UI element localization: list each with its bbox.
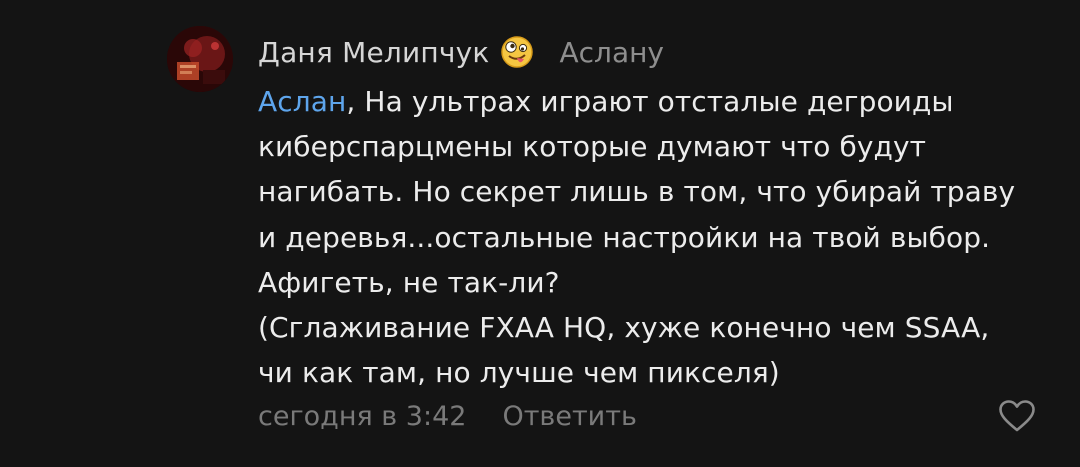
comment-line: и деревья...остальные настройки на твой …	[258, 220, 991, 254]
author-name[interactable]: Даня Мелипчук	[258, 36, 490, 69]
comment-line: нагибать. Но секрет лишь в том, что убир…	[258, 175, 1016, 209]
heart-outline-icon[interactable]	[998, 399, 1036, 433]
comment-line: (Сглаживание FXAA HQ, хуже конечно чем S…	[258, 311, 990, 345]
comment-line: киберспарцмены которые думают что будут	[258, 130, 927, 164]
reply-button[interactable]: Ответить	[502, 401, 636, 432]
mention-link[interactable]: Аслан	[258, 85, 346, 118]
comment-footer: сегодня в 3:42 Ответить	[258, 396, 637, 436]
comment-line: Афигеть, не так-ли?	[258, 265, 560, 299]
comment-line: чи как там, но лучше чем пикселя)	[258, 356, 780, 390]
avatar[interactable]	[167, 26, 233, 92]
comment-line-text: , На ультрах играют отсталые дегроиды	[346, 85, 954, 118]
zany-face-emoji-icon	[500, 35, 534, 69]
reply-to-user[interactable]: Аслану	[560, 36, 664, 69]
comment-header: Даня Мелипчук Аслану	[258, 32, 664, 72]
comment-line: Аслан, На ультрах играют отсталые дегрои…	[258, 79, 1048, 124]
comment-text: Аслан, На ультрах играют отсталые дегрои…	[258, 79, 1048, 395]
avatar-image	[167, 26, 233, 92]
comment-item: Даня Мелипчук Аслану Аслан, На ультрах и…	[0, 0, 1080, 467]
timestamp: сегодня в 3:42	[258, 400, 467, 432]
